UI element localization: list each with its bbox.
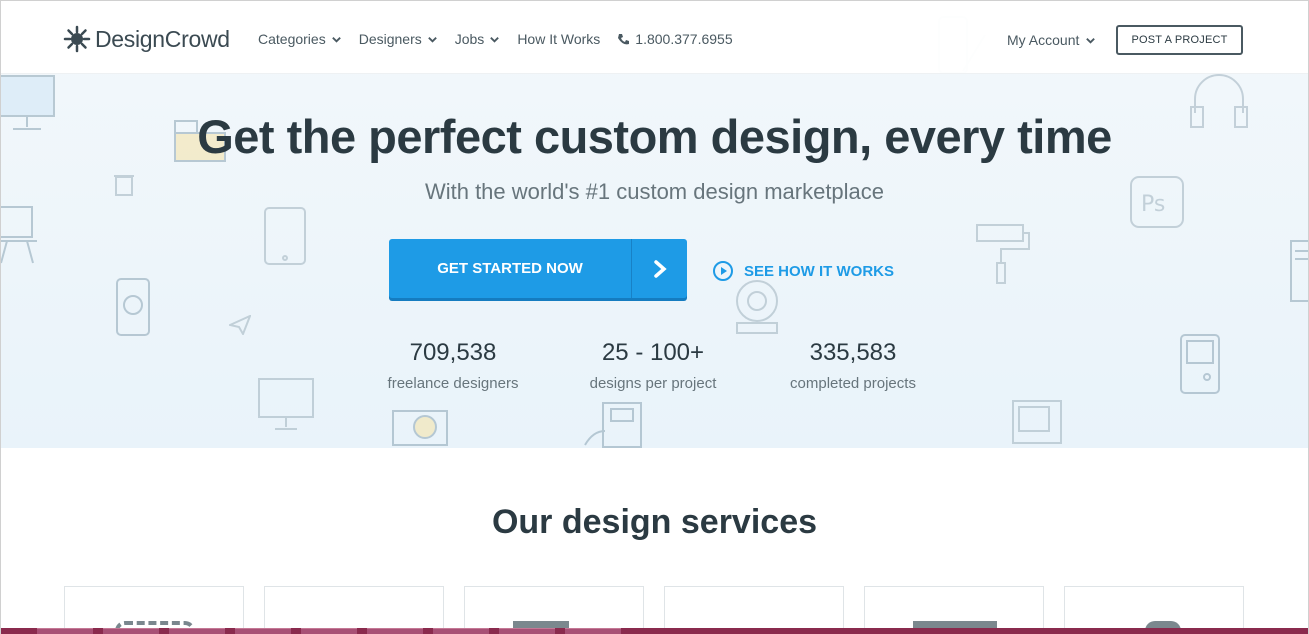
nav-categories-label: Categories [258, 31, 326, 47]
hand-screen-icon [584, 402, 642, 448]
phone-link[interactable]: 1.800.377.6955 [617, 31, 733, 47]
stat-label: completed projects [790, 375, 916, 392]
send-icon [229, 315, 251, 335]
taskbar-item[interactable] [103, 628, 159, 634]
retro-tv-icon [1012, 400, 1062, 444]
play-circle-icon [713, 261, 733, 281]
nav-categories[interactable]: Categories [258, 31, 342, 47]
phone-device-icon [116, 278, 150, 336]
services-title: Our design services [491, 503, 818, 541]
hero-title: Get the perfect custom design, every tim… [197, 110, 1112, 163]
page: Ps DesignCrowd Categories Designers Jobs… [0, 0, 1309, 634]
chevron-down-icon [427, 36, 437, 43]
service-card[interactable] [664, 586, 844, 634]
nav-jobs[interactable]: Jobs [455, 31, 501, 47]
my-account-label: My Account [1007, 32, 1080, 48]
easel-icon [1, 206, 37, 264]
stat-value: 25 - 100+ [601, 339, 705, 366]
taskbar-item[interactable] [433, 628, 489, 634]
arrow-right-icon [631, 239, 687, 298]
logo[interactable]: DesignCrowd [63, 25, 230, 53]
main-nav: Categories Designers Jobs How It Works 1… [258, 31, 733, 47]
service-card[interactable] [1064, 586, 1244, 634]
taskbar [1, 628, 1308, 634]
logo-text: DesignCrowd [95, 25, 230, 52]
camera-icon [392, 410, 448, 446]
post-project-button[interactable]: POST A PROJECT [1116, 25, 1243, 55]
stat-completed-projects: 335,583 completed projects [753, 339, 953, 392]
chevron-down-icon [1086, 37, 1096, 44]
stat-value: 709,538 [409, 339, 497, 366]
service-card[interactable] [64, 586, 244, 634]
document-icon [1290, 240, 1308, 302]
nav-jobs-label: Jobs [454, 31, 485, 47]
taskbar-item[interactable] [499, 628, 555, 634]
hero-subtitle: With the world's #1 custom design market… [424, 179, 885, 204]
get-started-label: GET STARTED NOW [437, 260, 583, 277]
nav-designers-label: Designers [358, 31, 422, 47]
stat-designers: 709,538 freelance designers [353, 339, 553, 392]
desktop-icon [258, 378, 314, 430]
phone-number: 1.800.377.6955 [635, 31, 733, 47]
logo-mark-icon [63, 25, 91, 53]
see-how-it-works-link[interactable]: SEE HOW IT WORKS [712, 260, 894, 282]
my-account-menu[interactable]: My Account [1007, 32, 1096, 48]
tablet-icon [264, 207, 306, 265]
taskbar-item[interactable] [565, 628, 621, 634]
chevron-down-icon [331, 36, 341, 43]
stat-label: freelance designers [387, 375, 519, 392]
nav-designers[interactable]: Designers [359, 31, 438, 47]
gameboy-icon [1180, 334, 1220, 394]
service-card[interactable] [264, 586, 444, 634]
phone-icon [618, 33, 630, 44]
taskbar-item[interactable] [235, 628, 291, 634]
service-card[interactable] [864, 586, 1044, 634]
taskbar-item[interactable] [169, 628, 225, 634]
service-card[interactable] [464, 586, 644, 634]
stat-designs-per-project: 25 - 100+ designs per project [553, 339, 753, 392]
taskbar-item[interactable] [367, 628, 423, 634]
paint-roller-icon [976, 224, 1030, 284]
see-how-it-works-label: SEE HOW IT WORKS [744, 262, 894, 280]
get-started-button[interactable]: GET STARTED NOW [389, 239, 687, 298]
stat-label: designs per project [589, 375, 717, 392]
taskbar-item[interactable] [37, 628, 93, 634]
chevron-down-icon [490, 36, 500, 43]
nav-how-it-works[interactable]: How It Works [517, 31, 600, 47]
webcam-icon [736, 280, 778, 334]
stat-value: 335,583 [809, 339, 897, 366]
site-header: DesignCrowd Categories Designers Jobs Ho… [1, 1, 1308, 74]
taskbar-item[interactable] [301, 628, 357, 634]
